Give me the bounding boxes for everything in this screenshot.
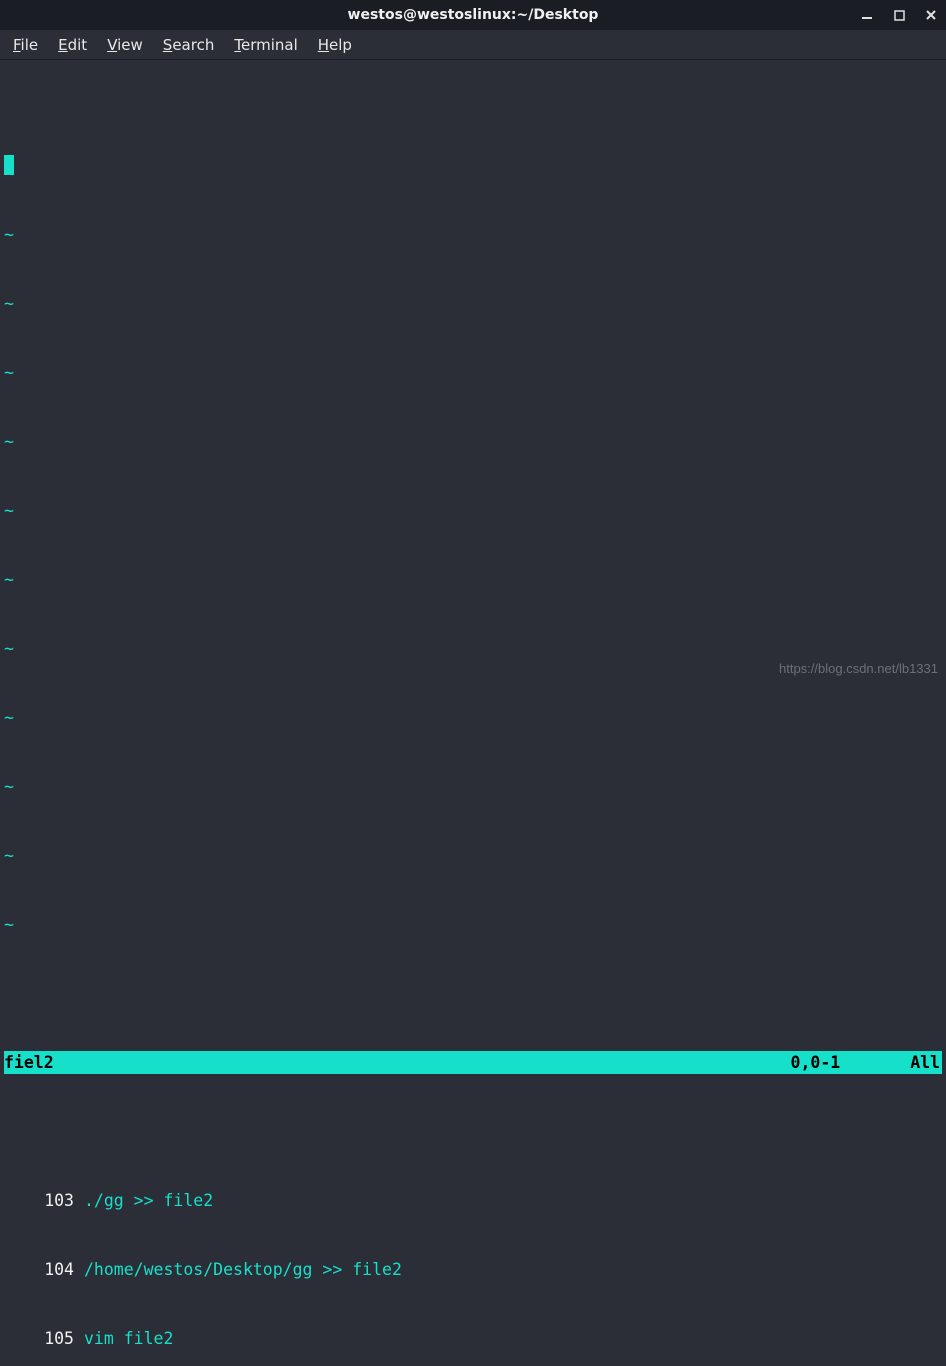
empty-line: ~ [4, 430, 942, 453]
menubar: File Edit View Search Terminal Help [0, 30, 946, 60]
window-controls [860, 0, 938, 30]
history-row: 105vim file2 [4, 1327, 942, 1350]
history-number: 104 [4, 1258, 74, 1281]
history-command: ./gg >> file2 [74, 1189, 213, 1212]
menu-edit[interactable]: Edit [48, 32, 97, 58]
history-command: vim file2 [74, 1327, 173, 1350]
history-number: 105 [4, 1327, 74, 1350]
cursor-block [4, 155, 14, 175]
menu-help[interactable]: Help [308, 32, 362, 58]
empty-line: ~ [4, 706, 942, 729]
menu-file[interactable]: File [3, 32, 48, 58]
window-title: westos@westoslinux:~/Desktop [348, 7, 599, 23]
history-row: 104/home/westos/Desktop/gg >> file2 [4, 1258, 942, 1281]
watermark: https://blog.csdn.net/lb1331 [779, 657, 938, 680]
empty-line: ~ [4, 499, 942, 522]
terminal-area[interactable]: ~ ~ ~ ~ ~ ~ ~ ~ ~ ~ ~ fiel2 0,0-1 All 10… [0, 60, 946, 683]
menu-terminal[interactable]: Terminal [224, 32, 307, 58]
empty-line: ~ [4, 223, 942, 246]
empty-line: ~ [4, 913, 942, 936]
history-row: 103./gg >> file2 [4, 1189, 942, 1212]
top-pane: ~ ~ ~ ~ ~ ~ ~ ~ ~ ~ ~ [4, 108, 942, 982]
status-percent: All [910, 1051, 942, 1074]
history-number: 103 [4, 1189, 74, 1212]
status-position: 0,0-1 [791, 1051, 911, 1074]
close-button[interactable] [924, 8, 938, 22]
empty-line: ~ [4, 361, 942, 384]
cursor-line [4, 154, 942, 177]
statusbar-top: fiel2 0,0-1 All [4, 1051, 942, 1074]
menu-view[interactable]: View [97, 32, 153, 58]
minimize-button[interactable] [860, 8, 874, 22]
empty-line: ~ [4, 568, 942, 591]
maximize-button[interactable] [892, 8, 906, 22]
history-command: /home/westos/Desktop/gg >> file2 [74, 1258, 402, 1281]
menu-search[interactable]: Search [153, 32, 225, 58]
empty-line: ~ [4, 775, 942, 798]
status-filename: fiel2 [4, 1051, 54, 1074]
titlebar: westos@westoslinux:~/Desktop [0, 0, 946, 30]
empty-line: ~ [4, 844, 942, 867]
empty-line: ~ [4, 292, 942, 315]
bottom-pane: 103./gg >> file2 104/home/westos/Desktop… [4, 1143, 942, 1366]
